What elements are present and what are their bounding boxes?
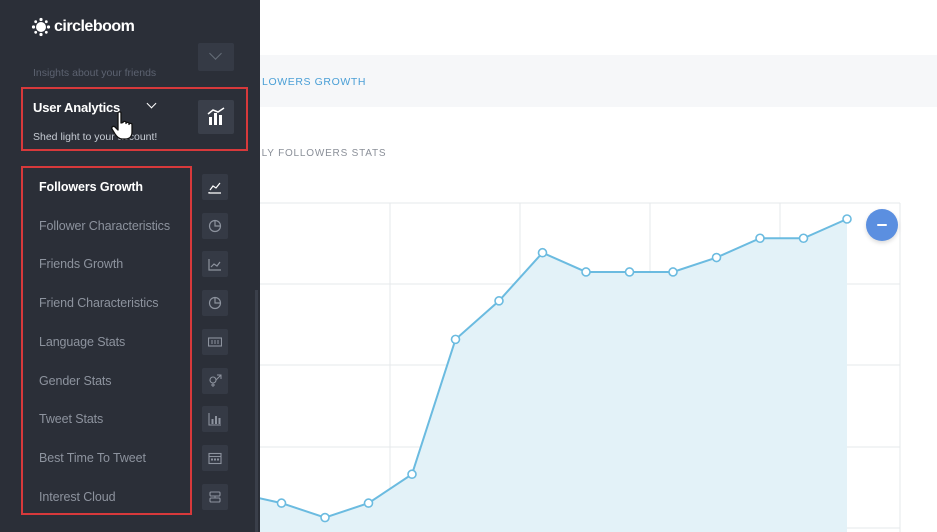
bar-chart-icon[interactable]: [202, 406, 228, 433]
sidebar-item-friend-characteristics[interactable]: Friend Characteristics: [39, 296, 158, 310]
pie-chart-icon[interactable]: [202, 290, 228, 317]
sidebar-item-followers-growth[interactable]: Followers Growth: [39, 180, 143, 194]
friends-section-subtitle: Insights about your friends: [33, 67, 157, 79]
data-point-1: [276, 498, 287, 508]
data-point-2: [320, 512, 330, 523]
user-analytics-subtitle: Shed light to your account!: [33, 131, 158, 143]
series-area: [238, 219, 847, 532]
data-point-12: [755, 233, 765, 244]
collapse-button[interactable]: [866, 209, 898, 241]
data-point-7: [537, 247, 548, 258]
data-point-6: [494, 296, 504, 306]
data-point-13: [798, 233, 809, 244]
data-point-9: [624, 267, 635, 277]
sidebar-item-follower-characteristics[interactable]: Follower Characteristics: [39, 219, 170, 233]
data-point-4: [407, 469, 417, 480]
user-analytics-title[interactable]: User Analytics: [33, 100, 120, 115]
sidebar-item-best-time-to-tweet[interactable]: Best Time To Tweet: [39, 451, 146, 465]
gender-icon[interactable]: [202, 367, 228, 394]
data-point-3: [363, 498, 374, 508]
chevron-down-icon: [209, 47, 222, 60]
sidebar-item-gender-stats[interactable]: Gender Stats: [39, 374, 112, 388]
analytics-icon[interactable]: [198, 100, 234, 134]
language-icon[interactable]: [202, 328, 228, 355]
data-point-5: [450, 334, 461, 345]
brand-logo[interactable]: circleboom: [31, 17, 135, 37]
sidebar-item-language-stats[interactable]: Language Stats: [39, 335, 125, 349]
sidebar-scrollbar[interactable]: [255, 290, 258, 532]
pie-chart-icon[interactable]: [202, 212, 228, 239]
sidebar-item-friends-growth[interactable]: Friends Growth: [39, 257, 123, 271]
data-point-8: [581, 267, 591, 277]
hand-cursor-icon: [111, 111, 133, 140]
line-chart-icon[interactable]: [202, 174, 228, 200]
friends-section-icon[interactable]: [198, 43, 234, 71]
sidebar-item-interest-cloud[interactable]: Interest Cloud: [39, 490, 116, 504]
brand-name: circleboom: [54, 18, 135, 35]
calendar-icon[interactable]: [202, 444, 228, 471]
data-point-11: [711, 252, 722, 263]
data-point-14: [842, 214, 852, 224]
minus-icon: [877, 224, 887, 226]
sidebar: circleboom Insights about your friends U…: [0, 0, 260, 532]
cloud-icon[interactable]: [202, 483, 228, 510]
sidebar-item-tweet-stats[interactable]: Tweet Stats: [39, 412, 103, 426]
growth-chart-icon[interactable]: [202, 251, 228, 278]
data-point-10: [668, 267, 678, 277]
circleboom-logo-icon: [31, 17, 51, 37]
